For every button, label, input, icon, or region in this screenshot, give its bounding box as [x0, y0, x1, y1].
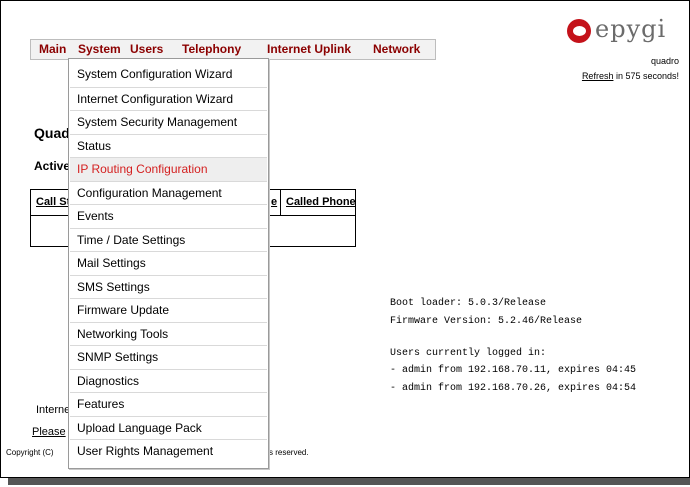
main-menubar: Main System Users Telephony Internet Upl…	[30, 39, 436, 60]
menu-item-mail-settings[interactable]: Mail Settings	[70, 251, 267, 275]
menu-telephony[interactable]: Telephony	[182, 42, 241, 56]
epygi-logo: epygi	[567, 15, 667, 48]
menu-system[interactable]: System	[78, 42, 121, 56]
logo-emblem-icon	[567, 19, 591, 43]
logged-in-user: - admin from 192.168.70.11, expires 04:4…	[390, 365, 637, 376]
menu-item-sms-settings[interactable]: SMS Settings	[70, 275, 267, 299]
column-header-call-status[interactable]: Call St	[36, 196, 70, 208]
menu-network[interactable]: Network	[373, 42, 420, 56]
column-header-called-phone[interactable]: Called Phone	[286, 196, 356, 208]
page-frame: Main System Users Telephony Internet Upl…	[0, 0, 690, 478]
boot-loader-info: Boot loader: 5.0.3/Release	[390, 298, 547, 309]
menu-item-features[interactable]: Features	[70, 392, 267, 416]
logged-in-users-header: Users currently logged in:	[390, 348, 547, 359]
refresh-notice: Refresh in 575 seconds!	[582, 71, 679, 81]
rights-reserved-text: s reserved.	[269, 448, 309, 457]
please-link[interactable]: Please	[32, 426, 66, 438]
menu-item-networking-tools[interactable]: Networking Tools	[70, 322, 267, 346]
logged-in-user: - admin from 192.168.70.26, expires 04:5…	[390, 383, 637, 394]
menu-item-upload-language-pack[interactable]: Upload Language Pack	[70, 416, 267, 440]
menu-item-diagnostics[interactable]: Diagnostics	[70, 369, 267, 393]
menu-item-system-security-management[interactable]: System Security Management	[70, 110, 267, 134]
copyright-text: Copyright (C)	[6, 448, 54, 457]
column-header-calling-phone[interactable]: e	[271, 196, 277, 208]
menu-item-internet-configuration-wizard[interactable]: Internet Configuration Wizard	[70, 87, 267, 111]
refresh-link[interactable]: Refresh	[582, 71, 614, 81]
product-name: quadro	[650, 56, 679, 66]
menu-item-time-date-settings[interactable]: Time / Date Settings	[70, 228, 267, 252]
column-divider	[280, 190, 281, 215]
internet-status-text: Interne	[36, 404, 71, 416]
menu-item-firmware-update[interactable]: Firmware Update	[70, 298, 267, 322]
menu-main[interactable]: Main	[39, 42, 66, 56]
firmware-version-info: Firmware Version: 5.2.46/Release	[390, 316, 583, 327]
menu-item-ip-routing-configuration[interactable]: IP Routing Configuration	[70, 157, 267, 181]
menu-item-system-configuration-wizard[interactable]: System Configuration Wizard	[70, 63, 267, 86]
menu-internet-uplink[interactable]: Internet Uplink	[267, 42, 351, 56]
section-title: Active	[34, 159, 71, 173]
menu-item-status[interactable]: Status	[70, 134, 267, 158]
logo-wordmark: epygi	[595, 15, 667, 43]
menu-item-user-rights-management[interactable]: User Rights Management	[70, 439, 267, 463]
system-dropdown-menu: System Configuration Wizard Internet Con…	[68, 58, 269, 469]
menu-users[interactable]: Users	[130, 42, 163, 56]
page-title: Quad	[34, 125, 70, 141]
menu-item-configuration-management[interactable]: Configuration Management	[70, 181, 267, 205]
refresh-countdown: in 575 seconds!	[613, 71, 679, 81]
menu-item-snmp-settings[interactable]: SNMP Settings	[70, 345, 267, 369]
menu-item-events[interactable]: Events	[70, 204, 267, 228]
